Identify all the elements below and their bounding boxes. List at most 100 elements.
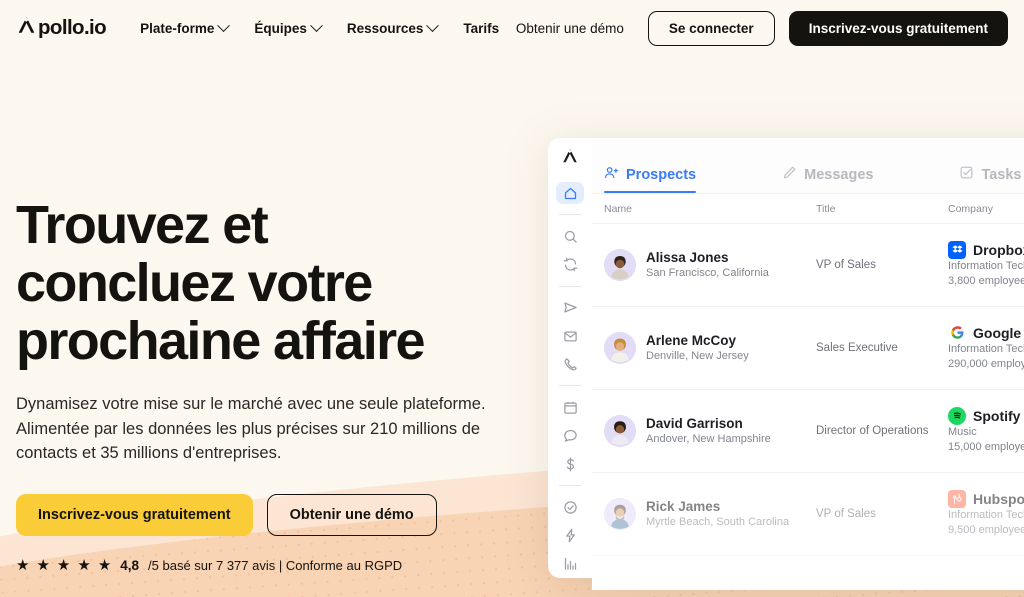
nav-item-plateforme[interactable]: Plate-forme (140, 18, 231, 36)
rail-chat-bubble-icon[interactable] (556, 425, 584, 447)
hero-section: Trouvez et concluez votre prochaine affa… (0, 196, 540, 573)
app-preview-panel: Prospects Messages Tasks Name Title Comp… (548, 138, 1024, 590)
column-header-title: Title (816, 202, 836, 215)
tab-label: Messages (804, 166, 874, 183)
cell-title: Director of Operations (816, 425, 929, 437)
table-header-row: Name Title Company (592, 194, 1024, 224)
rail-calendar-icon[interactable] (556, 396, 584, 418)
nav-item-tarifs[interactable]: Tarifs (463, 21, 499, 36)
company-industry: Information Technology (948, 259, 1024, 272)
avatar (604, 415, 636, 447)
apollo-logo-text: pollo.io (38, 16, 107, 39)
company-line: Google (948, 324, 1024, 342)
person-name: Alissa Jones (646, 250, 729, 265)
hero-demo-button[interactable]: Obtenir une démo (266, 493, 437, 536)
company-industry: Music (948, 425, 977, 438)
company-industry: Information Technology (948, 508, 1024, 521)
checkbox-icon (959, 165, 974, 184)
cell-title: VP of Sales (816, 508, 876, 520)
tab-tasks[interactable]: Tasks (959, 165, 1022, 193)
rail-refresh-sync-icon[interactable] (556, 253, 584, 275)
nav-item-label: Ressources (346, 20, 424, 36)
star-icon: ★ (77, 556, 91, 574)
cell-name: David Garrison Andover, New Hampshire (604, 415, 816, 447)
table-row[interactable]: Alissa Jones San Francisco, California V… (592, 224, 1024, 307)
cell-title: Sales Executive (816, 342, 898, 354)
hero-heading: Trouvez et concluez votre prochaine affa… (16, 196, 540, 370)
chevron-down-icon (426, 18, 440, 32)
person-location: Denville, New Jersey (646, 350, 749, 362)
company-line: Hubspot (948, 489, 1024, 508)
rail-dollar-icon[interactable] (556, 453, 584, 475)
tab-prospects[interactable]: Prospects (604, 165, 697, 194)
tab-messages[interactable]: Messages (782, 165, 873, 193)
person-location: Myrtle Beach, South Carolina (646, 516, 790, 528)
star-icon: ★ (56, 556, 71, 574)
rail-phone-icon[interactable] (556, 353, 584, 375)
company-name: Dropbox (973, 241, 1024, 258)
company-employees: 290,000 employees (948, 358, 1024, 370)
person-info: Arlene McCoy Denville, New Jersey (646, 332, 749, 364)
cell-name: Arlene McCoy Denville, New Jersey (604, 332, 816, 364)
chevron-down-icon (310, 18, 323, 32)
page-root: pollo.io Plate-forme Équipes Ressources … (0, 0, 1024, 597)
spotify-logo (948, 406, 966, 425)
rail-send-icon[interactable] (556, 297, 584, 319)
apollo-logo[interactable]: pollo.io (16, 15, 107, 41)
tab-label: Tasks (981, 166, 1022, 183)
nav-item-ressources[interactable]: Ressources (346, 18, 440, 36)
rail-check-circle-icon[interactable] (556, 496, 584, 518)
hero-heading-line-3: prochaine affaire (16, 311, 426, 371)
nav-item-label: Équipes (254, 20, 307, 36)
company-name: Spotify (973, 407, 1021, 424)
rail-bar-chart-icon[interactable] (556, 553, 584, 575)
apollo-mountain-icon (561, 147, 579, 170)
app-main-area: Prospects Messages Tasks Name Title Comp… (592, 138, 1024, 590)
avatar (604, 498, 636, 530)
cell-company: Spotify Music 15,000 employees (948, 406, 1024, 456)
app-tab-bar: Prospects Messages Tasks (592, 138, 1024, 194)
main-navigation: Plate-forme Équipes Ressources Tarifs (140, 18, 499, 36)
rating-detail: /5 basé sur 7 377 avis | Conforme au RGP… (148, 557, 403, 573)
person-info: David Garrison Andover, New Hampshire (646, 415, 771, 447)
company-name: Google (973, 324, 1022, 341)
table-row[interactable]: Rick James Myrtle Beach, South Carolina … (592, 473, 1024, 556)
person-name: David Garrison (646, 416, 743, 431)
rail-divider (559, 214, 581, 216)
nav-item-equipes[interactable]: Équipes (254, 18, 323, 36)
rail-search-icon[interactable] (556, 225, 584, 247)
dropbox-logo (948, 240, 966, 259)
header-demo-link[interactable]: Obtenir une démo (516, 21, 624, 36)
signup-button-header[interactable]: Inscrivez-vous gratuitement (788, 10, 1008, 46)
avatar (604, 249, 636, 281)
company-employees: 15,000 employees (948, 441, 1024, 453)
person-location: San Francisco, California (646, 267, 769, 279)
company-line: Dropbox (948, 240, 1024, 259)
star-rating: ★ ★ ★ ★ ★ (16, 558, 111, 573)
star-icon: ★ (16, 556, 30, 574)
nav-item-label: Plate-forme (140, 20, 215, 36)
rail-divider (559, 385, 581, 387)
table-row[interactable]: Arlene McCoy Denville, New Jersey Sales … (592, 307, 1024, 390)
hero-subtitle: Dynamisez votre mise sur le marché avec … (16, 395, 486, 462)
rail-mail-icon[interactable] (556, 325, 584, 347)
column-header-company: Company (948, 202, 993, 215)
login-button[interactable]: Se connecter (647, 10, 775, 46)
rail-lightning-bolt-icon[interactable] (556, 524, 584, 546)
header-actions: Obtenir une démo Se connecter Inscrivez-… (516, 10, 1008, 46)
person-name: Rick James (646, 499, 721, 514)
table-row[interactable]: David Garrison Andover, New Hampshire Di… (592, 390, 1024, 473)
star-icon: ★ (36, 556, 50, 574)
rail-divider (559, 485, 581, 486)
company-employees: 3,800 employees (948, 275, 1024, 287)
rail-home-icon[interactable] (556, 182, 584, 205)
person-info: Rick James Myrtle Beach, South Carolina (646, 498, 789, 530)
hero-signup-button[interactable]: Inscrivez-vous gratuitement (16, 493, 253, 536)
column-header-name: Name (604, 202, 633, 215)
hero-cta-row: Inscrivez-vous gratuitement Obtenir une … (16, 493, 540, 536)
cell-company: Dropbox Information Technology 3,800 emp… (948, 240, 1024, 290)
google-logo (948, 324, 966, 342)
company-industry: Information Technology (948, 342, 1024, 355)
person-name: Arlene McCoy (646, 333, 737, 348)
nav-item-label: Tarifs (463, 20, 500, 36)
